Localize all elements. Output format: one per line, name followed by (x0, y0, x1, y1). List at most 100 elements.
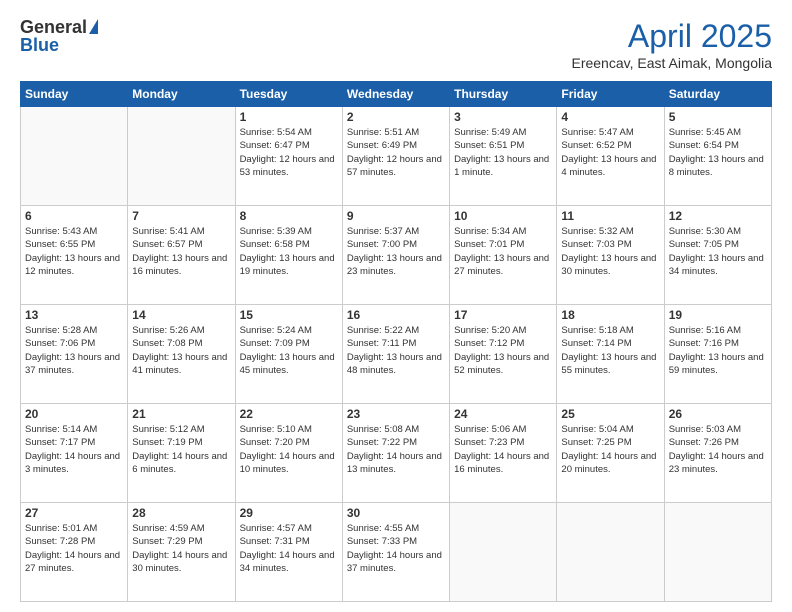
calendar-table: Sunday Monday Tuesday Wednesday Thursday… (20, 81, 772, 602)
table-row: 28 Sunrise: 4:59 AM Sunset: 7:29 PM Dayli… (128, 503, 235, 602)
day-info: Sunrise: 5:32 AM Sunset: 7:03 PM Dayligh… (561, 225, 659, 278)
day-number: 13 (25, 308, 123, 322)
title-location: Ereencav, East Aimak, Mongolia (571, 55, 772, 71)
table-row: 27Sunrise: 5:01 AM Sunset: 7:28 PM Dayli… (21, 503, 128, 602)
table-row: 7Sunrise: 5:41 AM Sunset: 6:57 PM Daylig… (128, 206, 235, 305)
day-info: Sunrise: 5:26 AM Sunset: 7:08 PM Dayligh… (132, 324, 230, 377)
title-month: April 2025 (571, 18, 772, 55)
day-number: 5 (669, 110, 767, 124)
day-info: Sunrise: 5:28 AM Sunset: 7:06 PM Dayligh… (25, 324, 123, 377)
day-info: Sunrise: 5:54 AM Sunset: 6:47 PM Dayligh… (240, 126, 338, 179)
day-info: Sunrise: 4:57 AM Sunset: 7:31 PM Dayligh… (240, 522, 338, 575)
day-info: Sunrise: 5:39 AM Sunset: 6:58 PM Dayligh… (240, 225, 338, 278)
day-number: 11 (561, 209, 659, 223)
logo-general-text: General (20, 18, 87, 36)
table-row (128, 107, 235, 206)
table-row: 8 Sunrise: 5:39 AM Sunset: 6:58 PM Daylig… (235, 206, 342, 305)
day-info: Sunrise: 5:41 AM Sunset: 6:57 PM Dayligh… (132, 225, 230, 278)
day-info: Sunrise: 5:03 AM Sunset: 7:26 PM Dayligh… (669, 423, 767, 476)
table-row: 29 Sunrise: 4:57 AM Sunset: 7:31 PM Dayli… (235, 503, 342, 602)
calendar-row: 20 Sunrise: 5:14 AM Sunset: 7:17 PM Dayli… (21, 404, 772, 503)
day-info: Sunrise: 5:16 AM Sunset: 7:16 PM Dayligh… (669, 324, 767, 377)
day-number: 14 (132, 308, 230, 322)
day-info: Sunrise: 5:43 AM Sunset: 6:55 PM Dayligh… (25, 225, 123, 278)
day-number: 8 (240, 209, 338, 223)
day-number: 9 (347, 209, 445, 223)
table-row: 15 Sunrise: 5:24 AM Sunset: 7:09 PM Dayli… (235, 305, 342, 404)
day-number: 24 (454, 407, 552, 421)
day-number: 16 (347, 308, 445, 322)
col-wednesday: Wednesday (342, 82, 449, 107)
day-info: Sunrise: 5:08 AM Sunset: 7:22 PM Dayligh… (347, 423, 445, 476)
day-info: Sunrise: 5:34 AM Sunset: 7:01 PM Dayligh… (454, 225, 552, 278)
day-number: 12 (669, 209, 767, 223)
day-info: Sunrise: 5:12 AM Sunset: 7:19 PM Dayligh… (132, 423, 230, 476)
day-number: 19 (669, 308, 767, 322)
day-info: Sunrise: 5:22 AM Sunset: 7:11 PM Dayligh… (347, 324, 445, 377)
table-row: 24 Sunrise: 5:06 AM Sunset: 7:23 PM Dayli… (450, 404, 557, 503)
day-info: Sunrise: 4:59 AM Sunset: 7:29 PM Dayligh… (132, 522, 230, 575)
table-row (664, 503, 771, 602)
table-row: 1 Sunrise: 5:54 AM Sunset: 6:47 PM Daylig… (235, 107, 342, 206)
day-info: Sunrise: 5:30 AM Sunset: 7:05 PM Dayligh… (669, 225, 767, 278)
table-row: 12 Sunrise: 5:30 AM Sunset: 7:05 PM Dayli… (664, 206, 771, 305)
day-number: 21 (132, 407, 230, 421)
logo-blue-text: Blue (20, 36, 98, 54)
table-row: 2Sunrise: 5:51 AM Sunset: 6:49 PM Daylig… (342, 107, 449, 206)
day-number: 26 (669, 407, 767, 421)
day-number: 20 (25, 407, 123, 421)
table-row (21, 107, 128, 206)
day-number: 6 (25, 209, 123, 223)
table-row (450, 503, 557, 602)
calendar-header-row: Sunday Monday Tuesday Wednesday Thursday… (21, 82, 772, 107)
day-number: 17 (454, 308, 552, 322)
day-info: Sunrise: 5:49 AM Sunset: 6:51 PM Dayligh… (454, 126, 552, 179)
col-saturday: Saturday (664, 82, 771, 107)
table-row: 10 Sunrise: 5:34 AM Sunset: 7:01 PM Dayli… (450, 206, 557, 305)
day-number: 27 (25, 506, 123, 520)
table-row: 9Sunrise: 5:37 AM Sunset: 7:00 PM Daylig… (342, 206, 449, 305)
logo: General Blue (20, 18, 98, 54)
day-info: Sunrise: 5:10 AM Sunset: 7:20 PM Dayligh… (240, 423, 338, 476)
day-info: Sunrise: 5:18 AM Sunset: 7:14 PM Dayligh… (561, 324, 659, 377)
table-row: 23 Sunrise: 5:08 AM Sunset: 7:22 PM Dayli… (342, 404, 449, 503)
logo-triangle-icon (89, 19, 98, 34)
calendar-row: 1 Sunrise: 5:54 AM Sunset: 6:47 PM Daylig… (21, 107, 772, 206)
table-row: 11 Sunrise: 5:32 AM Sunset: 7:03 PM Dayli… (557, 206, 664, 305)
calendar-row: 27Sunrise: 5:01 AM Sunset: 7:28 PM Dayli… (21, 503, 772, 602)
day-number: 23 (347, 407, 445, 421)
day-number: 22 (240, 407, 338, 421)
table-row: 19 Sunrise: 5:16 AM Sunset: 7:16 PM Dayli… (664, 305, 771, 404)
table-row: 25Sunrise: 5:04 AM Sunset: 7:25 PM Dayli… (557, 404, 664, 503)
col-sunday: Sunday (21, 82, 128, 107)
calendar-row: 13 Sunrise: 5:28 AM Sunset: 7:06 PM Dayli… (21, 305, 772, 404)
day-info: Sunrise: 5:14 AM Sunset: 7:17 PM Dayligh… (25, 423, 123, 476)
day-number: 30 (347, 506, 445, 520)
table-row: 26 Sunrise: 5:03 AM Sunset: 7:26 PM Dayli… (664, 404, 771, 503)
page: General Blue April 2025 Ereencav, East A… (0, 0, 792, 612)
col-monday: Monday (128, 82, 235, 107)
table-row (557, 503, 664, 602)
day-info: Sunrise: 5:45 AM Sunset: 6:54 PM Dayligh… (669, 126, 767, 179)
day-info: Sunrise: 5:47 AM Sunset: 6:52 PM Dayligh… (561, 126, 659, 179)
col-tuesday: Tuesday (235, 82, 342, 107)
day-info: Sunrise: 5:24 AM Sunset: 7:09 PM Dayligh… (240, 324, 338, 377)
col-thursday: Thursday (450, 82, 557, 107)
table-row: 20 Sunrise: 5:14 AM Sunset: 7:17 PM Dayli… (21, 404, 128, 503)
table-row: 3 Sunrise: 5:49 AM Sunset: 6:51 PM Daylig… (450, 107, 557, 206)
table-row: 5 Sunrise: 5:45 AM Sunset: 6:54 PM Daylig… (664, 107, 771, 206)
day-number: 3 (454, 110, 552, 124)
calendar-row: 6 Sunrise: 5:43 AM Sunset: 6:55 PM Daylig… (21, 206, 772, 305)
day-number: 28 (132, 506, 230, 520)
table-row: 4 Sunrise: 5:47 AM Sunset: 6:52 PM Daylig… (557, 107, 664, 206)
table-row: 18Sunrise: 5:18 AM Sunset: 7:14 PM Dayli… (557, 305, 664, 404)
day-number: 29 (240, 506, 338, 520)
header: General Blue April 2025 Ereencav, East A… (20, 18, 772, 71)
day-number: 1 (240, 110, 338, 124)
day-number: 15 (240, 308, 338, 322)
day-number: 10 (454, 209, 552, 223)
day-info: Sunrise: 5:06 AM Sunset: 7:23 PM Dayligh… (454, 423, 552, 476)
table-row: 14 Sunrise: 5:26 AM Sunset: 7:08 PM Dayli… (128, 305, 235, 404)
day-number: 4 (561, 110, 659, 124)
day-info: Sunrise: 5:20 AM Sunset: 7:12 PM Dayligh… (454, 324, 552, 377)
